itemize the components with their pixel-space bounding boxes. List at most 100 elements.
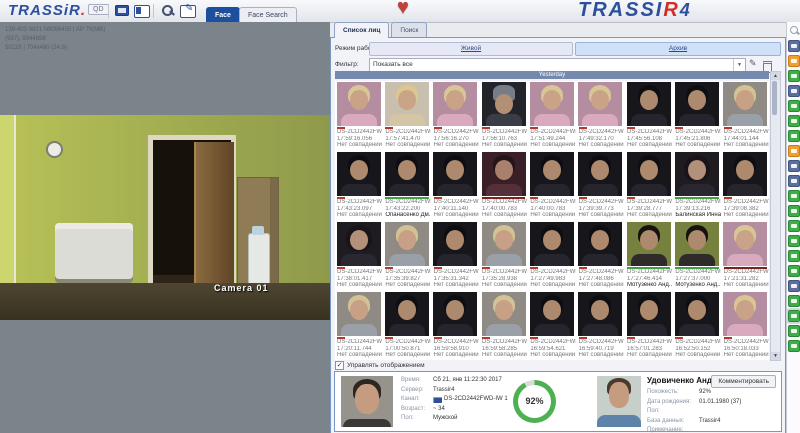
- channel-icon[interactable]: [788, 205, 800, 217]
- face-grid-cell[interactable]: DS-2CD2442FWD... 17:56:10.763 Нет совпад…: [480, 82, 527, 150]
- thumb-face: [591, 90, 609, 110]
- face-grid-cell[interactable]: DS-2CD2442FWD... 17:27:37.000 Мотузенко …: [673, 222, 720, 290]
- match-label: Нет совпадений: [385, 352, 430, 359]
- face-grid-cell[interactable]: DS-2CD2442FWD... 16:59:58.910 Нет совпад…: [432, 292, 479, 360]
- face-grid-cell[interactable]: DS-2CD2442FWD... 17:27:49.983 Нет совпад…: [528, 222, 575, 290]
- channel-icon[interactable]: [788, 340, 800, 352]
- match-label: Мотузенко Анд...: [627, 282, 672, 289]
- tab-face[interactable]: Face: [206, 7, 240, 23]
- filter-select[interactable]: Показать все▼: [369, 58, 746, 72]
- channel-icon[interactable]: [788, 325, 800, 337]
- face-grid-cell[interactable]: DS-2CD2442FWD... 17:35:31.342 Нет совпад…: [432, 222, 479, 290]
- channel-icon[interactable]: [788, 280, 800, 292]
- face-grid-cell[interactable]: DS-2CD2442FWD... 17:59:16.056 Нет совпад…: [335, 82, 382, 150]
- channel-icon[interactable]: [788, 310, 800, 322]
- comment-button[interactable]: Комментировать: [711, 375, 776, 388]
- face-grid-cell[interactable]: DS-2CD2442FWD... 17:40:11.140 Нет совпад…: [432, 152, 479, 220]
- mode-archive-button[interactable]: Архив: [575, 42, 781, 56]
- channel-icon[interactable]: [788, 160, 800, 172]
- face-grid-cell[interactable]: DS-2CD2442FWD... 17:39:13.216 Балинская …: [673, 152, 720, 220]
- chevron-down-icon[interactable]: ▼: [733, 59, 745, 71]
- channel-icon[interactable]: [788, 190, 800, 202]
- face-grid-cell[interactable]: DS-2CD2442FWD... 17:43:23.097 Нет совпад…: [335, 152, 382, 220]
- camera-name: DS-2CD2442FWD...: [627, 339, 672, 346]
- channel-icon[interactable]: [788, 70, 800, 82]
- field-row: База данных:Trassir4: [647, 417, 777, 427]
- channel-icon[interactable]: [788, 115, 800, 127]
- channel-icon[interactable]: [788, 220, 800, 232]
- edit-panel-icon[interactable]: [180, 5, 196, 18]
- face-grid-cell[interactable]: DS-2CD2442FWD... 17:21:31.282 Нет совпад…: [722, 222, 769, 290]
- face-grid-cell[interactable]: DS-2CD2442FWD... 16:59:58.285 Нет совпад…: [480, 292, 527, 360]
- match-label: Нет совпадений: [627, 352, 672, 359]
- face-grid-cell[interactable]: DS-2CD2442FWD... 17:35:39.827 Нет совпад…: [383, 222, 430, 290]
- video-pane[interactable]: 139-403 9921 N9056455 | AP 79(MB)(937), …: [0, 22, 330, 433]
- face-grid-cell[interactable]: DS-2CD2442FWD... 17:00:50.871 Нет совпад…: [383, 292, 430, 360]
- channel-icon[interactable]: [788, 40, 800, 52]
- white-table: [55, 223, 133, 279]
- face-grid-cell[interactable]: DS-2CD2442FWD... 16:59:54.621 Нет совпад…: [528, 292, 575, 360]
- face-grid-cell[interactable]: DS-2CD2442FWD... 17:40:00.783 Нет совпад…: [480, 152, 527, 220]
- channel-icon[interactable]: [788, 55, 800, 67]
- channel-icon[interactable]: [788, 100, 800, 112]
- panels-icon[interactable]: [134, 5, 150, 18]
- channel-icon[interactable]: [788, 235, 800, 247]
- channel-icon[interactable]: [788, 85, 800, 97]
- face-grid-cell[interactable]: DS-2CD2442FWD... 17:57:41.470 Нет совпад…: [383, 82, 430, 150]
- mode-live-button[interactable]: Живой: [369, 42, 573, 56]
- face-grid-cell[interactable]: DS-2CD2442FWD... 17:43:22.200 Опанасенко…: [383, 152, 430, 220]
- face-grid-cell[interactable]: DS-2CD2442FWD... 17:27:46.414 Мотузенко …: [625, 222, 672, 290]
- display-control-row[interactable]: ✓ Управлять отображением: [335, 361, 425, 370]
- tab-search[interactable]: Поиск: [391, 22, 427, 38]
- face-grid-cell[interactable]: DS-2CD2442FWD... 17:49:32.170 Нет совпад…: [577, 82, 624, 150]
- scroll-down-icon[interactable]: ▼: [771, 352, 780, 360]
- tab-face-list[interactable]: Список лиц: [334, 22, 389, 38]
- channel-icon[interactable]: [788, 250, 800, 262]
- face-grid-cell[interactable]: DS-2CD2442FWD... 17:27:48.086 Нет совпад…: [577, 222, 624, 290]
- face-grid-cell[interactable]: DS-2CD2442FWD... 17:38:01.417 Нет совпад…: [335, 222, 382, 290]
- face-grid-cell[interactable]: DS-2CD2442FWD... 17:35:28.938 Нет совпад…: [480, 222, 527, 290]
- layout-icon[interactable]: [115, 5, 129, 16]
- channel-icon[interactable]: [788, 295, 800, 307]
- face-grid-cell[interactable]: DS-2CD2442FWD... 17:45:56.108 Нет совпад…: [625, 82, 672, 150]
- camera-name: DS-2CD2442FWD...: [530, 129, 575, 136]
- thumb-face: [688, 230, 706, 250]
- face-grid-cell[interactable]: DS-2CD2442FWD... 17:56:16.270 Нет совпад…: [432, 82, 479, 150]
- face-grid-cell[interactable]: DS-2CD2442FWD... 16:57:01.283 Нет совпад…: [625, 292, 672, 360]
- scrollbar-thumb[interactable]: [772, 81, 777, 115]
- face-grid-cell[interactable]: DS-2CD2442FWD... 17:44:01.144 Нет совпад…: [722, 82, 769, 150]
- channel-icon[interactable]: [788, 130, 800, 142]
- face-grid-cell[interactable]: DS-2CD2442FWD... 17:51:49.244 Нет совпад…: [528, 82, 575, 150]
- face-grid-cell[interactable]: DS-2CD2442FWD... 17:40:00.783 Нет совпад…: [528, 152, 575, 220]
- edit-filter-icon[interactable]: ✎: [749, 58, 757, 69]
- field-row: Дата рождения:01.01.1980 (37): [647, 398, 777, 408]
- thumb-body: [437, 184, 473, 196]
- trassir4-logo: TRASSIR4: [578, 0, 692, 22]
- face-grid-cell[interactable]: DS-2CD2442FWD... 17:45:21.806 Нет совпад…: [673, 82, 720, 150]
- reference-photo: [597, 376, 641, 427]
- face-grid-cell[interactable]: DS-2CD2442FWD... 16:52:50.152 Нет совпад…: [673, 292, 720, 360]
- face-thumbnail: [530, 82, 574, 126]
- channel-icon[interactable]: [788, 265, 800, 277]
- channel-icon[interactable]: [788, 145, 800, 157]
- tab-face-search[interactable]: Face Search: [239, 7, 297, 23]
- face-grid-cell[interactable]: DS-2CD2442FWD... 16:59:40.719 Нет совпад…: [577, 292, 624, 360]
- channel-icon[interactable]: [788, 175, 800, 187]
- face-grid-cell[interactable]: DS-2CD2442FWD... 16:50:18.033 Нет совпад…: [722, 292, 769, 360]
- camera-name: DS-2CD2442FWD...: [434, 269, 479, 276]
- face-grid-cell[interactable]: DS-2CD2442FWD... 17:20:11.744 Нет совпад…: [335, 292, 382, 360]
- search-tool-icon[interactable]: [161, 5, 175, 16]
- grid-scrollbar[interactable]: ▲ ▼: [770, 71, 781, 361]
- camera-name: DS-2CD2442FWD...: [724, 199, 769, 206]
- health-heart-icon[interactable]: ♥: [397, 0, 409, 19]
- face-thumbnail: [530, 292, 574, 336]
- face-grid-cell[interactable]: DS-2CD2442FWD... 17:39:28.777 Нет совпад…: [625, 152, 672, 220]
- qd-button[interactable]: QD: [88, 4, 109, 15]
- scroll-up-icon[interactable]: ▲: [771, 72, 780, 80]
- search-icon[interactable]: [790, 26, 798, 34]
- display-checkbox[interactable]: ✓: [335, 361, 344, 370]
- group-header: Yesterday: [335, 71, 769, 79]
- face-grid-cell[interactable]: DS-2CD2442FWD... 17:39:39.773 Нет совпад…: [577, 152, 624, 220]
- face-grid-cell[interactable]: DS-2CD2442FWD... 17:39:08.382 Нет совпад…: [722, 152, 769, 220]
- face-thumbnail: [578, 82, 622, 126]
